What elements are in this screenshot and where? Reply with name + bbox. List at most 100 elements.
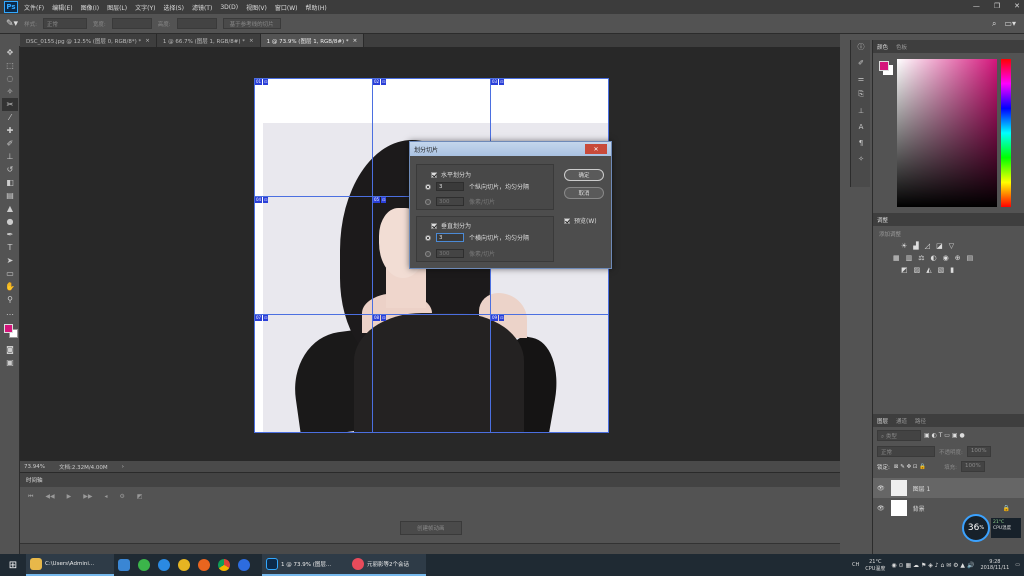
audio-icon[interactable]: ◂: [105, 493, 108, 501]
horizontal-count-radio[interactable]: [425, 183, 431, 190]
quick-select-icon[interactable]: ✧: [2, 85, 18, 98]
marquee-tool-icon[interactable]: ⬚: [2, 59, 18, 72]
quick-mask-icon[interactable]: ◙: [2, 343, 18, 356]
menu-view[interactable]: 视图(V): [246, 3, 267, 12]
taskbar-app[interactable]: [134, 554, 154, 576]
threshold-icon[interactable]: ◭: [926, 266, 931, 274]
menu-image[interactable]: 图像(I): [81, 3, 99, 12]
slice-tag[interactable]: 02 ⊡: [373, 79, 387, 85]
photo-filter-icon[interactable]: ◉: [943, 254, 949, 262]
path-select-icon[interactable]: ➤: [2, 254, 18, 267]
character-icon[interactable]: A: [851, 120, 871, 133]
menu-help[interactable]: 帮助(H): [306, 3, 327, 12]
zoom-tool-icon[interactable]: ⚲: [2, 293, 18, 306]
close-icon[interactable]: ✕: [585, 144, 607, 154]
settings-icon[interactable]: ⚙: [120, 493, 125, 501]
properties-icon[interactable]: ⚌: [851, 72, 871, 85]
vertical-px-input[interactable]: 300: [436, 249, 464, 258]
paragraph-icon[interactable]: ¶: [851, 136, 871, 149]
width-input[interactable]: [111, 18, 152, 29]
blur-tool-icon[interactable]: ▲: [2, 202, 18, 215]
ime-indicator[interactable]: CH: [852, 562, 859, 568]
color-lookup-icon[interactable]: ▤: [967, 254, 974, 262]
vertical-count-radio[interactable]: [425, 234, 431, 241]
slice-tag[interactable]: 05 ⊡: [373, 197, 387, 203]
vibrance-icon[interactable]: ▦: [893, 254, 900, 262]
taskbar-app[interactable]: [234, 554, 254, 576]
menu-filter[interactable]: 滤镜(T): [192, 3, 212, 12]
bw-icon[interactable]: ◐: [931, 254, 937, 262]
taskbar-app[interactable]: [154, 554, 174, 576]
first-frame-icon[interactable]: ⏮: [28, 493, 33, 501]
taskbar-chat[interactable]: 元丽影等2个会话: [348, 554, 426, 576]
tab-paths[interactable]: 路径: [915, 417, 926, 425]
opacity-input[interactable]: 100%: [966, 446, 991, 457]
fg-swatch[interactable]: [879, 61, 889, 71]
timeline-title[interactable]: 时间轴: [26, 476, 43, 484]
tool-presets-icon[interactable]: ✧: [851, 152, 871, 165]
hue-sat-icon[interactable]: ▥: [906, 254, 913, 262]
create-frame-animation-button[interactable]: 创建帧动画: [400, 521, 462, 535]
tab-color[interactable]: 颜色: [877, 43, 888, 51]
fill-input[interactable]: 100%: [961, 461, 985, 472]
slice-tag[interactable]: 08 ⊡: [373, 315, 387, 321]
tab-layers[interactable]: 图层: [877, 417, 888, 425]
screen-mode-icon[interactable]: ▣: [2, 356, 18, 369]
brush-settings-icon[interactable]: ✐: [851, 56, 871, 69]
foreground-color[interactable]: [4, 324, 13, 333]
vertical-count-input[interactable]: 3: [436, 233, 464, 242]
menu-select[interactable]: 选择(S): [163, 3, 184, 12]
clock-date[interactable]: 2018/11/11: [980, 565, 1009, 571]
selective-color-icon[interactable]: ▧: [938, 266, 945, 274]
healing-brush-icon[interactable]: ✚: [2, 124, 18, 137]
menu-edit[interactable]: 编辑(E): [52, 3, 72, 12]
layer-kind-filter[interactable]: ⌕ 类型: [877, 430, 921, 441]
horizontal-count-input[interactable]: 3: [436, 182, 464, 191]
more-tools-icon[interactable]: …: [2, 306, 18, 319]
lasso-tool-icon[interactable]: ◌: [2, 72, 18, 85]
color-balance-icon[interactable]: ⚖: [918, 254, 924, 262]
eraser-icon[interactable]: ◧: [2, 176, 18, 189]
taskbar-photoshop[interactable]: 1 @ 73.9% (图层...: [262, 554, 348, 576]
dodge-tool-icon[interactable]: ●: [2, 215, 18, 228]
slice-tag[interactable]: 04 ⊡: [255, 197, 269, 203]
taskbar-app[interactable]: [114, 554, 134, 576]
maximize-icon[interactable]: ❐: [994, 2, 1000, 10]
close-icon[interactable]: ✕: [1014, 2, 1020, 10]
posterize-icon[interactable]: ▨: [914, 266, 921, 274]
taskbar-app[interactable]: [194, 554, 214, 576]
curves-icon[interactable]: ◿: [925, 242, 930, 250]
slice-tag[interactable]: 01 ⊡: [255, 79, 269, 85]
zoom-level[interactable]: 73.94%: [24, 464, 45, 470]
invert-icon[interactable]: ◩: [901, 266, 908, 274]
style-select[interactable]: 正常: [42, 18, 87, 29]
shape-tool-icon[interactable]: ▭: [2, 267, 18, 280]
tab-channels[interactable]: 通道: [896, 417, 907, 425]
menu-3d[interactable]: 3D(D): [220, 4, 238, 11]
adjustments-title[interactable]: 调整: [877, 216, 888, 224]
split-icon[interactable]: ◩: [137, 493, 143, 501]
eyedropper-icon[interactable]: ⁄: [2, 111, 18, 124]
pen-tool-icon[interactable]: ✒: [2, 228, 18, 241]
hand-tool-icon[interactable]: ✋: [2, 280, 18, 293]
close-icon[interactable]: ×: [353, 38, 358, 44]
hue-slider[interactable]: [1001, 59, 1011, 207]
status-arrow-icon[interactable]: ›: [122, 464, 124, 470]
blend-mode-select[interactable]: 正常: [877, 446, 935, 457]
tab-document-active[interactable]: 1 @ 73.9% (图层 1, RGB/8#) * ×: [260, 34, 365, 47]
brush-tool-icon[interactable]: ✐: [2, 137, 18, 150]
taskbar-app[interactable]: [174, 554, 194, 576]
next-frame-icon[interactable]: ▶▶: [83, 493, 92, 501]
stamp-icon[interactable]: ⊥: [851, 104, 871, 117]
horizontal-px-radio[interactable]: [425, 198, 431, 205]
layer-row[interactable]: 👁 背景 🔒: [873, 498, 1024, 518]
taskbar-explorer[interactable]: C:\Users\Admini...: [26, 554, 114, 576]
horizontal-px-input[interactable]: 300: [436, 197, 464, 206]
vertical-px-radio[interactable]: [425, 250, 431, 257]
minimize-icon[interactable]: —: [973, 2, 980, 10]
close-icon[interactable]: ×: [145, 38, 150, 44]
close-icon[interactable]: ×: [249, 38, 254, 44]
gradient-map-icon[interactable]: ▽: [949, 242, 954, 250]
slice-tag[interactable]: 07 ⊡: [255, 315, 269, 321]
channel-mixer-icon[interactable]: ⊕: [955, 254, 961, 262]
